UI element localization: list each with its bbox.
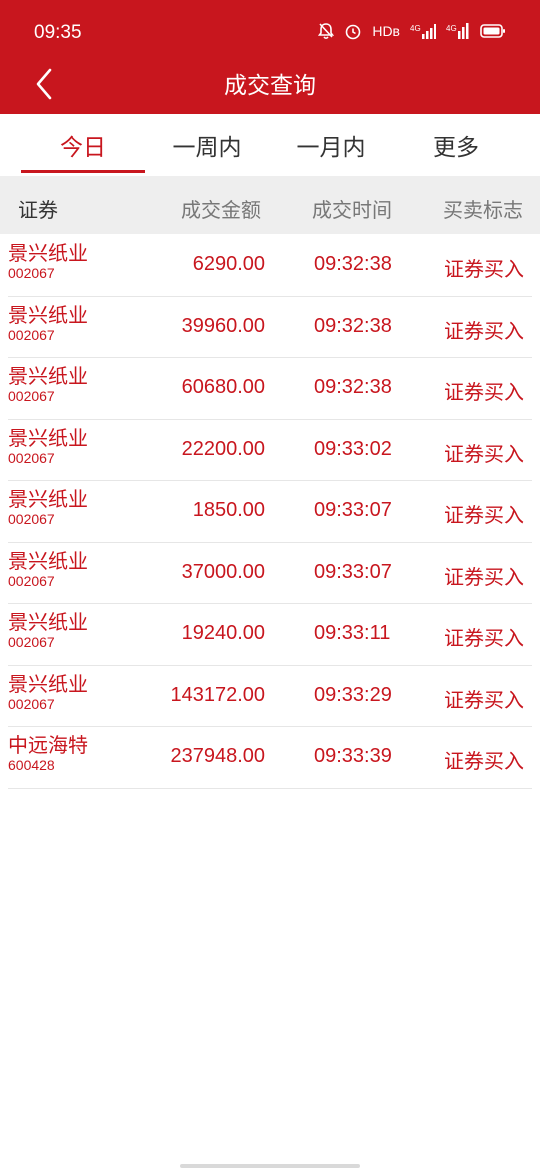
bell-off-icon [318, 23, 335, 40]
security-name: 景兴纸业 [8, 425, 88, 450]
table-row[interactable]: 景兴纸业 002067 143172.00 09:33:29 证券买入 [8, 666, 532, 727]
active-tab-indicator [21, 170, 145, 173]
trade-time: 09:33:07 [314, 499, 392, 521]
svg-text:4G: 4G [410, 24, 421, 33]
hd-label: HDʙ [372, 23, 400, 39]
top-bar: 09:35 HDʙ 4G 4G 成交查询 [0, 0, 540, 114]
table-row[interactable]: 景兴纸业 002067 19240.00 09:33:11 证券买入 [8, 604, 532, 666]
trade-amount: 1850.00 [192, 499, 265, 521]
security-name: 景兴纸业 [8, 610, 88, 634]
trade-list: 景兴纸业 002067 6290.00 09:32:38 证券买入 景兴纸业 0… [0, 235, 540, 789]
table-row[interactable]: 景兴纸业 002067 37000.00 09:33:07 证券买入 [8, 543, 532, 604]
battery-icon [480, 24, 505, 38]
trade-flag: 证券买入 [444, 749, 524, 773]
trade-flag: 证券买入 [444, 257, 524, 281]
trade-amount: 143172.00 [170, 683, 265, 706]
security-code: 002067 [8, 265, 55, 281]
security-name: 景兴纸业 [8, 241, 88, 265]
trade-flag: 证券买入 [444, 626, 524, 650]
table-row[interactable]: 景兴纸业 002067 6290.00 09:32:38 证券买入 [8, 235, 532, 297]
trade-time: 09:33:39 [314, 745, 392, 767]
trade-amount: 237948.00 [170, 745, 265, 767]
table-row[interactable]: 景兴纸业 002067 1850.00 09:33:07 证券买入 [8, 481, 532, 543]
table-row[interactable]: 景兴纸业 002067 60680.00 09:32:38 证券买入 [8, 358, 532, 420]
trade-flag: 证券买入 [444, 318, 524, 343]
security-name: 景兴纸业 [8, 671, 88, 696]
tab-today[interactable]: 今日 [21, 128, 145, 162]
trade-amount: 6290.00 [192, 253, 265, 275]
security-code: 002067 [8, 572, 55, 589]
header-amount: 成交金额 [181, 198, 261, 222]
signal-icon-2: 4G [446, 23, 469, 39]
table-header: 证券 成交金额 成交时间 买卖标志 [0, 176, 540, 234]
trade-amount: 37000.00 [181, 560, 265, 583]
header-time: 成交时间 [312, 198, 392, 222]
security-name: 景兴纸业 [8, 364, 88, 388]
trade-amount: 39960.00 [181, 314, 265, 337]
table-row[interactable]: 景兴纸业 002067 39960.00 09:32:38 证券买入 [8, 297, 532, 358]
trade-flag: 证券买入 [444, 687, 524, 712]
trade-time: 09:33:07 [314, 560, 392, 583]
header-security: 证券 [18, 198, 58, 222]
svg-text:4G: 4G [446, 24, 457, 33]
security-code: 002067 [8, 388, 55, 404]
security-name: 景兴纸业 [8, 548, 88, 573]
header-flag: 买卖标志 [443, 198, 523, 222]
tab-more[interactable]: 更多 [394, 128, 518, 162]
trade-amount: 60680.00 [181, 376, 265, 398]
trade-time: 09:33:11 [314, 622, 391, 644]
status-time: 09:35 [34, 22, 82, 43]
security-name: 中远海特 [8, 733, 88, 757]
alarm-icon [346, 24, 361, 40]
trade-time: 09:32:38 [314, 314, 392, 337]
trade-time: 09:33:29 [314, 683, 392, 706]
trade-time: 09:32:38 [314, 253, 392, 275]
signal-icon: 4G [410, 24, 436, 39]
table-row[interactable]: 中远海特 600428 237948.00 09:33:39 证券买入 [8, 727, 532, 789]
security-code: 002067 [8, 634, 55, 650]
trade-flag: 证券买入 [444, 441, 524, 466]
security-code: 002067 [8, 326, 55, 343]
trade-time: 09:33:02 [314, 437, 392, 460]
security-name: 景兴纸业 [8, 487, 88, 511]
status-icons: HDʙ 4G 4G [318, 22, 506, 40]
trade-amount: 19240.00 [181, 622, 265, 644]
page-title: 成交查询 [224, 73, 316, 99]
trade-flag: 证券买入 [444, 503, 524, 527]
trade-flag: 证券买入 [444, 564, 524, 589]
tab-week[interactable]: 一周内 [145, 128, 269, 162]
home-indicator[interactable] [180, 1164, 360, 1168]
security-code: 002067 [8, 695, 55, 712]
trade-flag: 证券买入 [444, 380, 524, 404]
trade-amount: 22200.00 [181, 437, 265, 460]
security-code: 002067 [8, 449, 55, 466]
tab-month[interactable]: 一月内 [269, 128, 393, 162]
security-code: 600428 [8, 757, 55, 773]
security-name: 景兴纸业 [8, 302, 88, 327]
tab-bar: 今日 一周内 一月内 更多 [0, 114, 540, 176]
trade-time: 09:32:38 [314, 376, 392, 398]
table-row[interactable]: 景兴纸业 002067 22200.00 09:33:02 证券买入 [8, 420, 532, 481]
security-code: 002067 [8, 511, 55, 527]
